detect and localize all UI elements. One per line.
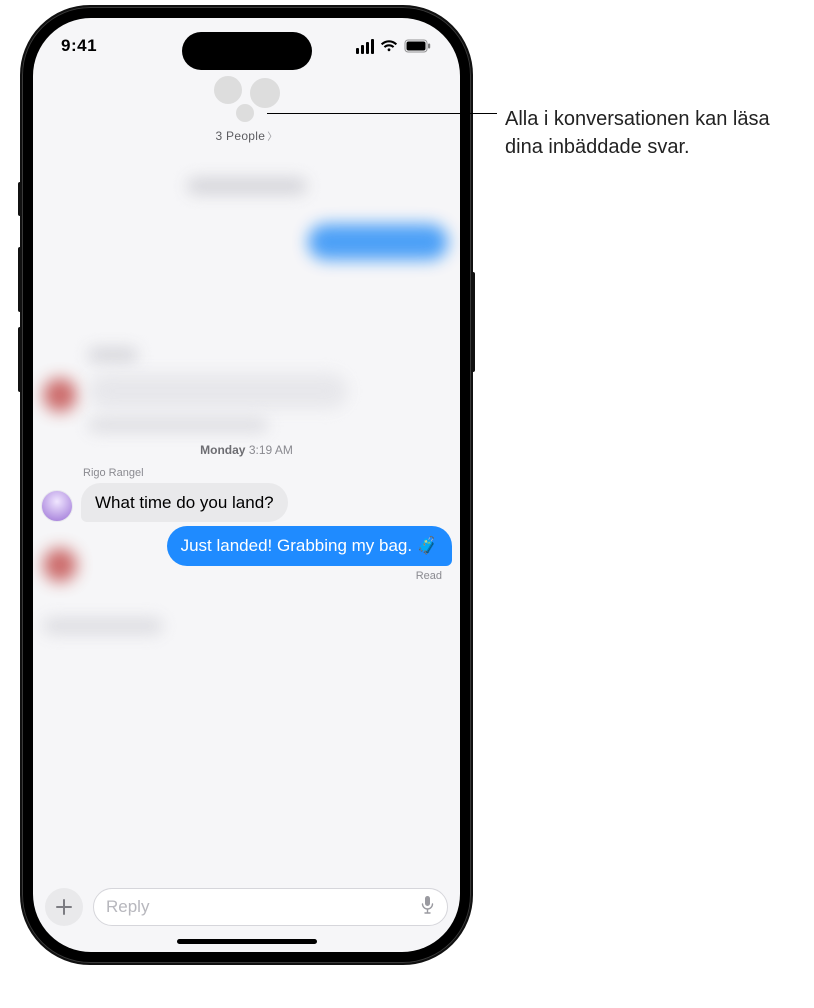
phone-side-button (18, 247, 22, 312)
read-receipt-label: Read (33, 570, 442, 582)
people-count-button[interactable]: 3 People 〉 (215, 128, 277, 143)
callout-leader-line (267, 113, 497, 114)
people-count-label: 3 People (215, 129, 265, 143)
phone-side-button (18, 182, 22, 216)
reply-input[interactable]: Reply (93, 888, 448, 926)
group-avatars[interactable] (212, 74, 282, 124)
dictation-button[interactable] (420, 895, 435, 920)
message-timestamp: Monday 3:19 AM (33, 443, 460, 457)
phone-side-button (471, 272, 475, 372)
blurred-content (43, 378, 77, 412)
avatar (212, 74, 244, 106)
add-attachment-button[interactable] (45, 888, 83, 926)
sender-name-label: Rigo Rangel (83, 467, 460, 479)
outgoing-message-row[interactable]: Just landed! Grabbing my bag. 🧳 (41, 526, 452, 565)
incoming-message-row[interactable]: What time do you land? (41, 483, 452, 522)
battery-icon (404, 39, 432, 53)
chevron-right-icon: 〉 (267, 128, 277, 143)
avatar (234, 102, 256, 124)
plus-icon (55, 898, 73, 916)
microphone-icon (420, 895, 435, 915)
status-time: 9:41 (61, 36, 97, 56)
blurred-content (88, 418, 268, 432)
chat-scroll-area[interactable]: Monday 3:19 AM Rigo Rangel What time do … (33, 168, 460, 862)
outgoing-message-bubble[interactable]: Just landed! Grabbing my bag. 🧳 (167, 526, 452, 565)
incoming-message-bubble[interactable]: What time do you land? (81, 483, 288, 522)
blurred-content (88, 373, 348, 409)
sender-avatar[interactable] (41, 490, 73, 522)
wifi-icon (380, 39, 398, 53)
home-indicator[interactable] (177, 939, 317, 944)
callout-text: Alla i konversationen kan läsa dina inbä… (505, 105, 795, 161)
inline-reply-thread: Monday 3:19 AM Rigo Rangel What time do … (33, 443, 460, 582)
phone-side-button (18, 327, 22, 392)
dynamic-island (182, 32, 312, 70)
blurred-content (43, 618, 163, 634)
cellular-signal-icon (356, 39, 374, 54)
blurred-content (187, 178, 307, 194)
phone-frame: 9:41 (20, 5, 473, 965)
phone-screen: 9:41 (33, 18, 460, 952)
reply-placeholder: Reply (106, 897, 149, 917)
blurred-content (308, 224, 448, 260)
conversation-header[interactable]: 3 People 〉 (33, 74, 460, 143)
message-input-bar: Reply (45, 888, 448, 926)
blurred-content (88, 348, 138, 362)
